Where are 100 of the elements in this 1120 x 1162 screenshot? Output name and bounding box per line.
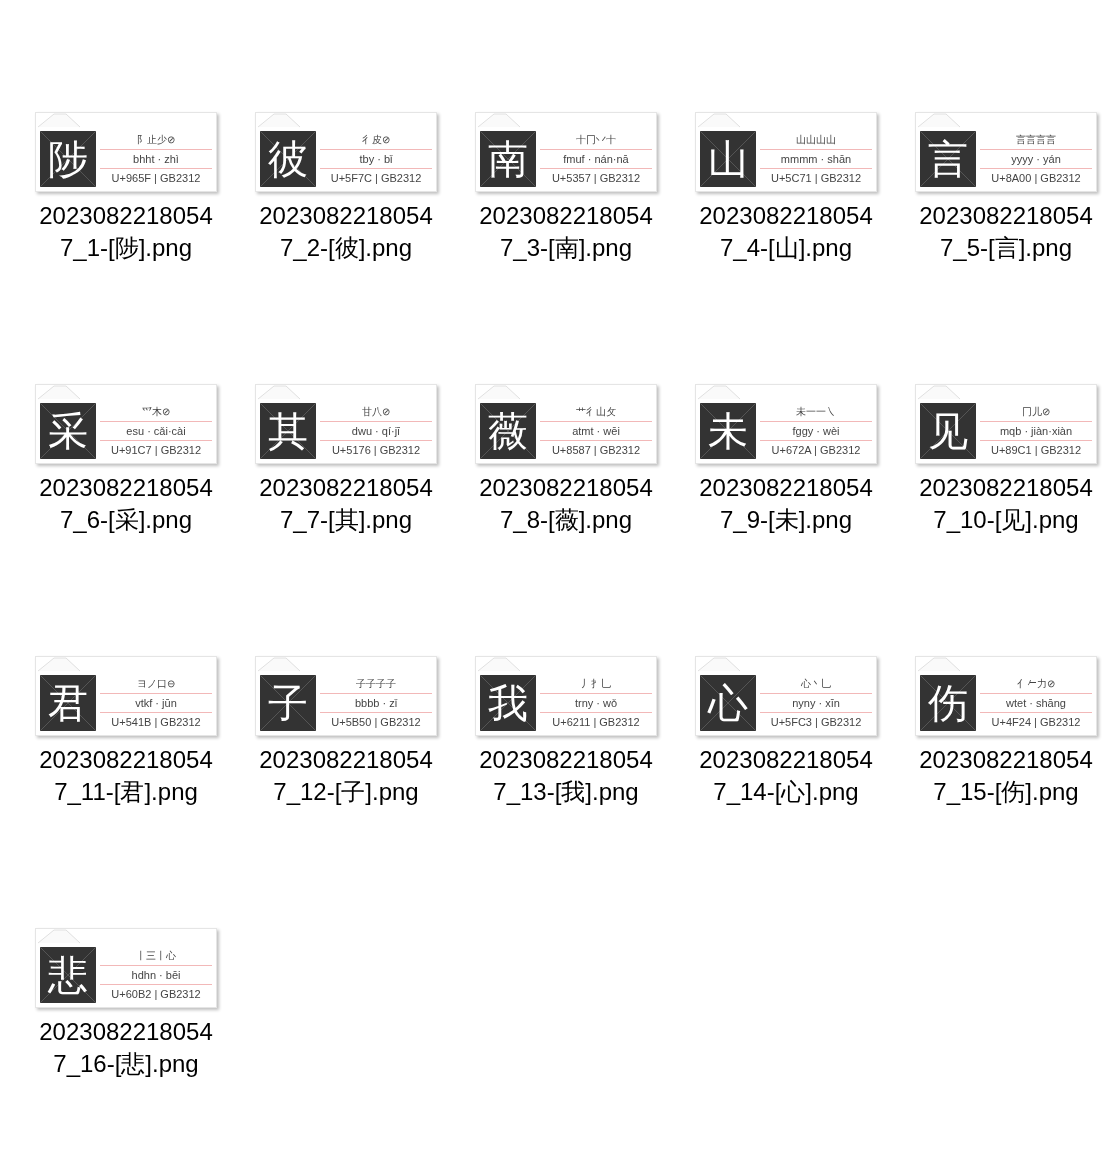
code-text: bhht · zhì (100, 150, 212, 169)
file-name: 20230822180547_7-[其].png (258, 473, 434, 535)
file-item[interactable]: 彼 彳皮⊘ tby · bǐ U+5F7C | GB2312 20230822180547_2-[彼].png (236, 112, 456, 264)
file-item[interactable]: 言 言言言言 yyyy · yán U+8A00 | GB2312 20230822180547_5-[言].png (896, 112, 1116, 264)
file-item[interactable]: 其 甘八⊘ dwu · qí·jī U+5176 | GB2312 20230822180547_7-[其].png (236, 384, 456, 536)
file-item[interactable]: 薇 艹彳山攵 atmt · wēi U+8587 | GB2312 20230822180547_8-[薇].png (456, 384, 676, 536)
unicode-text: U+5B50 | GB2312 (330, 715, 422, 730)
glyph: 伤 (928, 683, 968, 723)
code-text: fmuf · nán·nā (540, 150, 652, 169)
file-name: 20230822180547_11-[君].png (38, 745, 214, 807)
code-text: wtet · shāng (980, 694, 1092, 713)
code-text: hdhn · bēi (100, 966, 212, 985)
glyph: 子 (268, 683, 308, 723)
tab-icon (258, 112, 302, 128)
unicode-text: U+541B | GB2312 (110, 715, 202, 730)
components-text: 冂儿⊘ (980, 403, 1092, 422)
file-item[interactable]: 采 爫木⊘ esu · cǎi·cài U+91C7 | GB2312 20230822180547_6-[采].png (16, 384, 236, 536)
code-text: yyyy · yán (980, 150, 1092, 169)
tab-icon (478, 112, 522, 128)
file-name: 20230822180547_3-[南].png (478, 201, 654, 263)
unicode-text: U+60B2 | GB2312 (110, 987, 202, 1002)
glyph: 南 (488, 139, 528, 179)
tab-icon (918, 112, 962, 128)
tab-icon (38, 928, 82, 944)
unicode-text: U+5FC3 | GB2312 (769, 715, 863, 730)
tab-icon (258, 656, 302, 672)
unicode-text: U+8A00 | GB2312 (990, 171, 1082, 186)
glyph: 其 (268, 411, 308, 451)
tab-icon (38, 112, 82, 128)
tab-icon (478, 656, 522, 672)
components-text: 丿扌乚 (540, 675, 652, 694)
tab-icon (38, 384, 82, 400)
file-item[interactable]: 君 ヨノ口⊖ vtkf · jūn U+541B | GB2312 20230822180547_11-[君].png (16, 656, 236, 808)
tab-icon (258, 384, 302, 400)
file-item[interactable]: 心 心丶乚 nyny · xīn U+5FC3 | GB2312 20230822180547_14-[心].png (676, 656, 896, 808)
unicode-text: U+6211 | GB2312 (551, 715, 641, 730)
components-text: 彳皮⊘ (320, 131, 432, 150)
file-name: 20230822180547_12-[子].png (258, 745, 434, 807)
code-text: nyny · xīn (760, 694, 872, 713)
components-text: 言言言言 (980, 131, 1092, 150)
unicode-text: U+672A | GB2312 (770, 443, 862, 458)
tab-icon (478, 384, 522, 400)
glyph: 山 (708, 139, 748, 179)
glyph: 陟 (48, 139, 88, 179)
glyph: 见 (928, 411, 968, 451)
code-text: tby · bǐ (320, 150, 432, 169)
code-text: bbbb · zǐ (320, 694, 432, 713)
glyph: 采 (48, 411, 88, 451)
glyph: 未 (708, 411, 748, 451)
file-name: 20230822180547_2-[彼].png (258, 201, 434, 263)
components-text: 亻𠂉力⊘ (980, 675, 1092, 694)
file-item[interactable]: 山 山山山山 mmmm · shān U+5C71 | GB2312 20230822180547_4-[山].png (676, 112, 896, 264)
file-item[interactable]: 悲 丨三丨心 hdhn · bēi U+60B2 | GB2312 20230822180547_16-[悲].png (16, 928, 236, 1080)
glyph: 彼 (268, 139, 308, 179)
file-name: 20230822180547_16-[悲].png (38, 1017, 214, 1079)
file-item[interactable]: 陟 阝止少⊘ bhht · zhì U+965F | GB2312 20230822180547_1-[陟].png (16, 112, 236, 264)
tab-icon (698, 656, 742, 672)
tab-icon (38, 656, 82, 672)
components-text: 十冂丷十 (540, 131, 652, 150)
glyph: 君 (48, 683, 88, 723)
file-name: 20230822180547_9-[未].png (698, 473, 874, 535)
unicode-text: U+91C7 | GB2312 (110, 443, 202, 458)
file-name: 20230822180547_14-[心].png (698, 745, 874, 807)
components-text: 阝止少⊘ (100, 131, 212, 150)
file-item[interactable]: 我 丿扌乚 trny · wǒ U+6211 | GB2312 20230822180547_13-[我].png (456, 656, 676, 808)
components-text: 艹彳山攵 (540, 403, 652, 422)
code-text: dwu · qí·jī (320, 422, 432, 441)
components-text: 子子子子 (320, 675, 432, 694)
code-text: esu · cǎi·cài (100, 422, 212, 441)
unicode-text: U+5176 | GB2312 (330, 443, 422, 458)
file-name: 20230822180547_13-[我].png (478, 745, 654, 807)
components-text: 心丶乚 (760, 675, 872, 694)
glyph: 心 (708, 683, 748, 723)
glyph: 言 (928, 139, 968, 179)
file-name: 20230822180547_10-[见].png (918, 473, 1094, 535)
code-text: fggy · wèi (760, 422, 872, 441)
tab-icon (698, 112, 742, 128)
file-name: 20230822180547_15-[伤].png (918, 745, 1094, 807)
file-name: 20230822180547_8-[薇].png (478, 473, 654, 535)
code-text: atmt · wēi (540, 422, 652, 441)
file-item[interactable]: 见 冂儿⊘ mqb · jiàn·xiàn U+89C1 | GB2312 20230822180547_10-[见].png (896, 384, 1116, 536)
unicode-text: U+8587 | GB2312 (550, 443, 642, 458)
glyph: 薇 (488, 411, 528, 451)
glyph: 悲 (48, 955, 88, 995)
components-text: 山山山山 (760, 131, 872, 150)
file-item[interactable]: 南 十冂丷十 fmuf · nán·nā U+5357 | GB2312 20230822180547_3-[南].png (456, 112, 676, 264)
file-item[interactable]: 子 子子子子 bbbb · zǐ U+5B50 | GB2312 20230822180547_12-[子].png (236, 656, 456, 808)
file-item[interactable]: 伤 亻𠂉力⊘ wtet · shāng U+4F24 | GB2312 20230822180547_15-[伤].png (896, 656, 1116, 808)
components-text: 丨三丨心 (100, 947, 212, 966)
file-name: 20230822180547_5-[言].png (918, 201, 1094, 263)
tab-icon (698, 384, 742, 400)
tab-icon (918, 384, 962, 400)
file-item[interactable]: 未 未一一㇏ fggy · wèi U+672A | GB2312 20230822180547_9-[未].png (676, 384, 896, 536)
components-text: 甘八⊘ (320, 403, 432, 422)
unicode-text: U+4F24 | GB2312 (990, 715, 1082, 730)
components-text: ヨノ口⊖ (100, 675, 212, 694)
code-text: vtkf · jūn (100, 694, 212, 713)
file-name: 20230822180547_4-[山].png (698, 201, 874, 263)
components-text: 未一一㇏ (760, 403, 872, 422)
unicode-text: U+5C71 | GB2312 (770, 171, 862, 186)
